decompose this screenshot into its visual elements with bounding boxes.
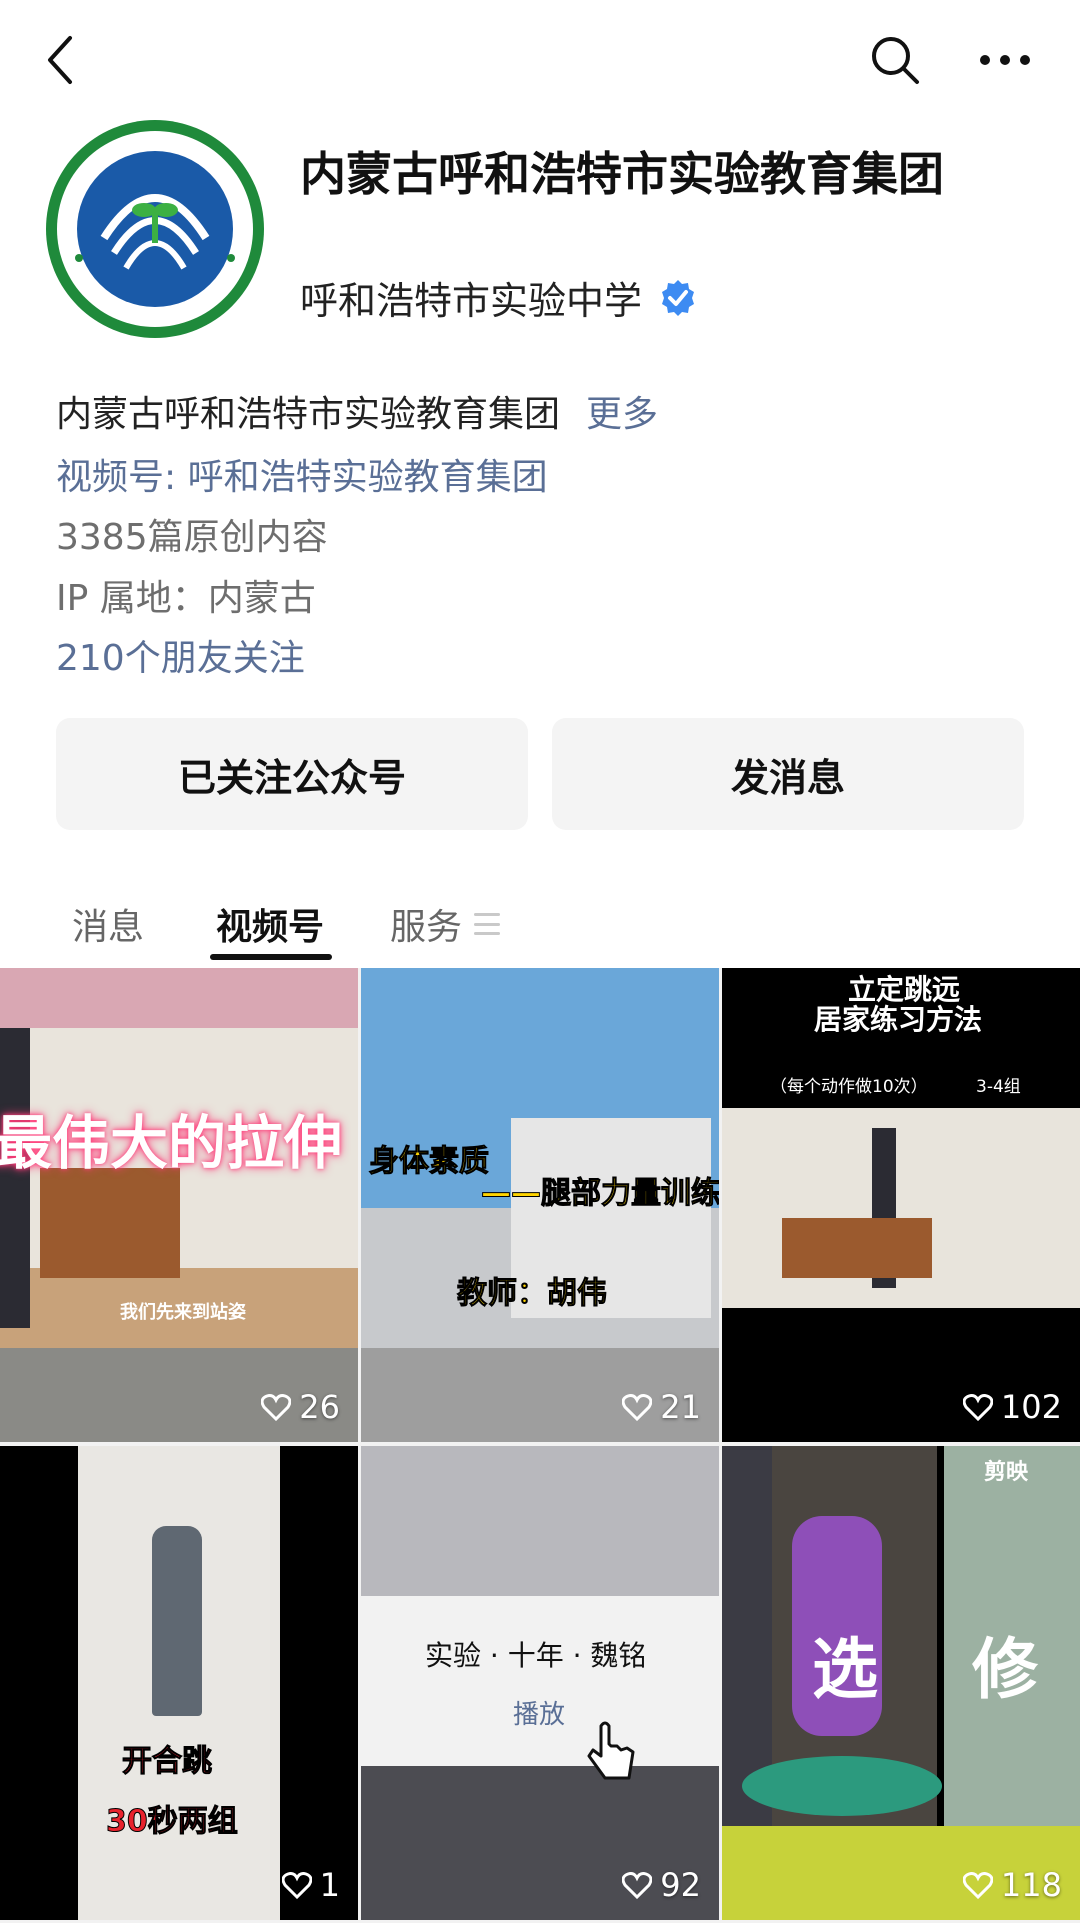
- menu-icon: [474, 913, 501, 935]
- video-caption: 我们先来到站姿: [120, 1302, 246, 1323]
- heart-icon: [622, 1394, 653, 1421]
- account-subtitle-row: 呼和浩特市实验中学: [300, 270, 698, 325]
- search-button[interactable]: [860, 20, 930, 100]
- description-more-link[interactable]: 更多: [586, 394, 658, 435]
- tab-bar: 消息 视频号 服务: [0, 880, 1080, 960]
- top-bar: [0, 0, 1080, 120]
- likes-count: 26: [299, 1388, 340, 1426]
- video-overlay-line-1: 选: [812, 1631, 878, 1708]
- friends-follow-link[interactable]: 210个朋友关注: [56, 629, 305, 681]
- likes-count: 1: [319, 1866, 340, 1904]
- video-grid: 最伟大的拉伸 我们先来到站姿 26 身体素质 ——腿部力量训练 教师：胡伟 21…: [0, 968, 1080, 1923]
- likes-count: 102: [1000, 1388, 1062, 1426]
- video-overlay-line-1: 实验 · 十年 · 魏铭: [425, 1639, 647, 1672]
- ip-location: IP 属地：内蒙古: [56, 578, 316, 619]
- video-likes: 102: [962, 1388, 1062, 1426]
- send-message-button[interactable]: 发消息: [552, 718, 1024, 830]
- tab-service-label: 服务: [390, 907, 463, 948]
- back-button[interactable]: [30, 20, 90, 100]
- video-likes: 118: [962, 1866, 1062, 1904]
- video-likes: 92: [622, 1866, 701, 1904]
- play-link[interactable]: 播放: [513, 1694, 565, 1731]
- video-likes: 21: [622, 1388, 701, 1426]
- tab-messages[interactable]: 消息: [72, 898, 144, 950]
- video-overlay-title: 最伟大的拉伸: [0, 1109, 343, 1177]
- video-account-link[interactable]: 视频号: 呼和浩特实验教育集团: [56, 448, 548, 500]
- video-overlay-line-1: 身体素质: [369, 1144, 490, 1180]
- heart-icon: [261, 1394, 292, 1421]
- search-icon: [872, 37, 919, 84]
- video-overlay-line-3: 教师：胡伟: [457, 1276, 608, 1312]
- verified-badge-icon: [662, 279, 695, 316]
- video-tile-2[interactable]: 身体素质 ——腿部力量训练 教师：胡伟 21: [361, 968, 719, 1442]
- video-tile-6[interactable]: 剪映 选 修 118: [722, 1446, 1080, 1920]
- video-overlay-line-2: 居家练习方法: [814, 1003, 983, 1036]
- more-button[interactable]: [970, 20, 1040, 100]
- video-overlay-line-1: 开合跳: [122, 1744, 213, 1780]
- video-overlay-line-2: ——腿部力量训练: [481, 1176, 720, 1212]
- badge-label: 剪映: [984, 1460, 1029, 1485]
- tab-service[interactable]: 服务: [390, 898, 501, 950]
- video-overlay-line-2: 修: [972, 1631, 1038, 1708]
- description-text: 内蒙古呼和浩特市实验教育集团: [56, 394, 561, 435]
- base-shape: [742, 1756, 942, 1816]
- video-overlay-line-2: 30秒两组: [106, 1804, 239, 1840]
- video-likes: 1: [281, 1866, 340, 1904]
- video-likes: 26: [261, 1388, 340, 1426]
- original-content-count: 3385篇原创内容: [56, 517, 328, 558]
- account-subtitle[interactable]: 呼和浩特市实验中学: [300, 270, 642, 325]
- account-name: 内蒙古呼和浩特市实验教育集团: [300, 147, 944, 201]
- heart-icon: [962, 1394, 993, 1421]
- likes-count: 118: [1000, 1866, 1062, 1904]
- video-tile-3[interactable]: 立定跳远 居家练习方法 （每个动作做10次） 3-4组 102: [722, 968, 1080, 1442]
- active-tab-indicator: [210, 954, 332, 960]
- chevron-left-icon: [48, 36, 72, 84]
- heart-icon: [962, 1872, 993, 1899]
- video-tile-4[interactable]: 开合跳 30秒两组 1: [0, 1446, 358, 1920]
- cabinet-shape: [40, 1168, 180, 1278]
- video-tile-1[interactable]: 最伟大的拉伸 我们先来到站姿 26: [0, 968, 358, 1442]
- hand-cursor-icon: [587, 1721, 635, 1780]
- tab-video[interactable]: 视频号: [216, 898, 324, 950]
- heart-icon: [622, 1872, 653, 1899]
- likes-count: 21: [660, 1388, 701, 1426]
- video-overlay-line-4: 3-4组: [976, 1077, 1021, 1097]
- person-shape: [152, 1526, 202, 1716]
- likes-count: 92: [660, 1866, 701, 1904]
- heart-icon: [281, 1872, 312, 1899]
- account-description: 内蒙古呼和浩特市实验教育集团 更多: [56, 385, 658, 437]
- followed-account-button[interactable]: 已关注公众号: [56, 718, 528, 830]
- cabinet-shape: [782, 1218, 932, 1278]
- video-overlay-line-3: （每个动作做10次）: [770, 1077, 928, 1097]
- more-horizontal-icon: [980, 55, 1030, 65]
- video-tile-5[interactable]: 实验 · 十年 · 魏铭 播放 92: [361, 1446, 719, 1920]
- account-logo: [44, 118, 266, 340]
